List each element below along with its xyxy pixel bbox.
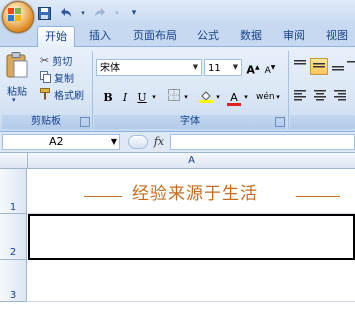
row-header-2[interactable]: 2 [0,214,27,260]
align-top-icon[interactable] [292,59,308,76]
name-box[interactable]: A2 ▼ [2,134,120,150]
italic-button[interactable]: I [117,89,133,106]
redo-icon[interactable] [92,5,108,21]
formula-bar-grip[interactable] [128,135,148,149]
chevron-down-icon[interactable]: ▾ [126,5,142,21]
cell-a1-text: 经验来源于生活 [132,184,258,204]
align-middle-icon[interactable] [310,58,328,75]
font-name-dropdown[interactable]: 宋体 ▼ [96,59,202,76]
align-bottom-icon[interactable] [330,59,346,76]
format-painter-label: 格式刷 [54,90,84,102]
align-center-icon[interactable] [312,89,328,106]
cut-label: 剪切 [52,56,73,68]
font-color-swatch [227,103,241,106]
cell-a2-selected[interactable] [28,214,355,260]
title-underline-left [84,196,122,197]
undo-dropdown-icon[interactable]: ▾ [80,5,86,21]
decrease-font-size-icon[interactable]: A▼ [263,59,277,76]
chevron-down-icon: ▼ [192,63,199,71]
paste-icon [6,52,28,78]
cut-button[interactable]: ✂ 剪切 [40,52,72,68]
paste-label: 粘贴 [7,87,27,98]
copy-button[interactable]: 复制 [40,69,74,85]
align-right-icon[interactable] [332,89,348,106]
align-left-icon[interactable] [292,89,308,106]
insert-function-button[interactable]: fx [150,134,168,150]
copy-label: 复制 [54,73,74,85]
title-underline-right [296,196,340,197]
cell-a1[interactable]: 经验来源于生活 [28,169,355,214]
fill-color-icon[interactable] [198,89,214,106]
select-all-button[interactable] [0,153,28,168]
font-launcher-icon[interactable] [275,117,285,127]
title-bar: ▾ ▾ ▾ [0,0,355,26]
copy-icon [40,71,51,83]
redo-dropdown-icon[interactable]: ▾ [114,5,120,21]
font-size-value: 11 [208,63,221,74]
format-painter-button[interactable]: 格式刷 [40,86,84,102]
office-logo-icon [8,8,21,21]
font-color-icon[interactable]: A [226,89,242,106]
formula-input[interactable] [170,134,355,150]
chevron-down-icon: ▼ [232,63,239,71]
font-group-label: 字体 [94,115,286,129]
tab-data[interactable]: 数据 [234,26,268,46]
tab-review[interactable]: 审阅 [277,26,311,46]
group-divider [92,51,93,129]
font-name-value: 宋体 [100,63,120,74]
formula-bar: A2 ▼ fx [0,132,355,153]
phonetic-dropdown-icon[interactable]: ▾ [274,89,282,106]
alignment-group-label [290,115,355,129]
font-size-dropdown[interactable]: 11 ▼ [204,59,242,76]
font-color-dropdown-icon[interactable]: ▾ [242,89,250,106]
paste-dropdown-icon[interactable]: ▾ [12,96,16,104]
phonetic-guide-button[interactable]: wén [256,89,275,106]
group-divider [288,51,289,129]
row-header-3[interactable]: 3 [0,260,27,302]
bold-button[interactable]: B [100,89,116,106]
clipboard-group-label: 剪贴板 [2,115,90,129]
chevron-down-icon[interactable]: ▼ [111,135,117,149]
ribbon-tab-bar: 开始 插入 页面布局 公式 数据 审阅 视图 [0,26,355,47]
borders-icon[interactable] [166,89,182,106]
underline-dropdown-icon[interactable]: ▾ [150,89,158,106]
tab-formulas[interactable]: 公式 [191,26,225,46]
column-header-row: A [0,153,355,169]
fill-color-dropdown-icon[interactable]: ▾ [214,89,222,106]
save-icon[interactable] [36,5,52,21]
paste-button[interactable]: 粘贴 ▾ [4,50,30,110]
quick-access-toolbar: ▾ ▾ ▾ [36,4,142,22]
column-header-a[interactable]: A [28,153,355,168]
increase-font-size-icon[interactable]: A▲ [246,59,260,77]
name-box-value: A2 [49,135,64,148]
clipboard-launcher-icon[interactable] [80,117,90,127]
tab-view[interactable]: 视图 [320,26,354,46]
undo-icon[interactable] [58,5,74,21]
ribbon: 粘贴 ▾ ✂ 剪切 复制 格式刷 剪贴板 宋体 ▼ 11 ▼ A▲ A▼ B I… [0,47,355,132]
tab-home[interactable]: 开始 [37,26,75,47]
tab-page-layout[interactable]: 页面布局 [126,26,184,46]
paintbrush-icon [40,88,50,100]
underline-button[interactable]: U [134,89,150,106]
orientation-icon[interactable] [346,59,355,76]
scissors-icon: ✂ [40,53,50,67]
borders-dropdown-icon[interactable]: ▾ [182,89,190,106]
row-header-1[interactable]: 1 [0,169,27,214]
cell-a3[interactable] [28,260,355,302]
tab-insert[interactable]: 插入 [83,26,117,46]
